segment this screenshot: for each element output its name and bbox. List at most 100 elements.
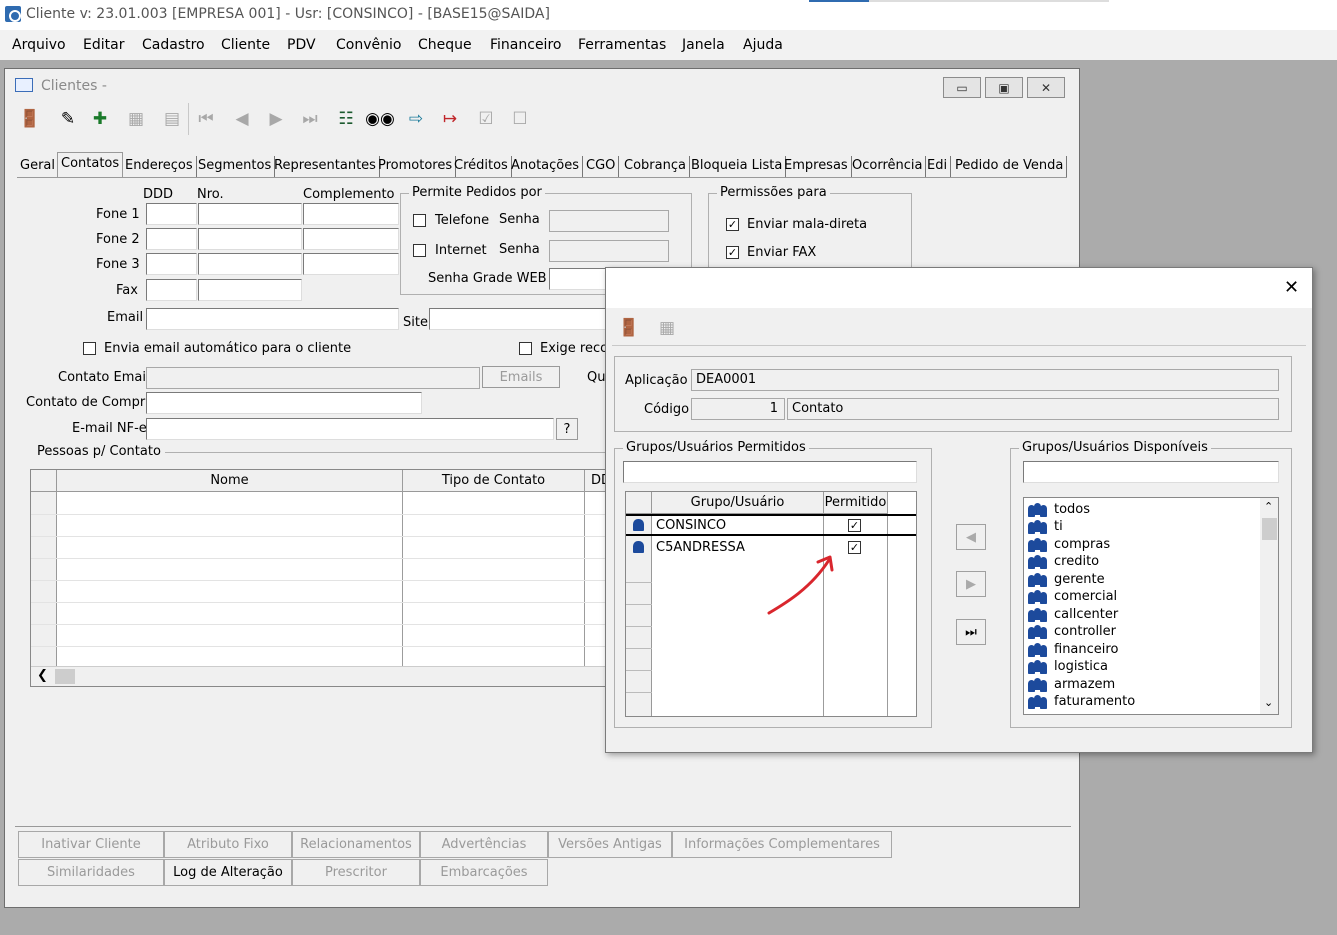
fone1-nro-input[interactable]: [198, 203, 302, 225]
tab-promotores[interactable]: Promotores: [375, 156, 457, 178]
menu-arquivo[interactable]: Arquivo: [12, 37, 66, 53]
tab-segmentos[interactable]: Segmentos: [195, 156, 276, 178]
list-item[interactable]: controller: [1028, 623, 1116, 640]
site-input[interactable]: [429, 308, 609, 330]
scroll-thumb[interactable]: [55, 669, 75, 684]
grid-horizontal-scrollbar[interactable]: ❮: [31, 666, 609, 686]
inativar-cliente-button[interactable]: Inativar Cliente: [18, 831, 164, 858]
menu-cliente[interactable]: Cliente: [221, 37, 270, 53]
list-item[interactable]: compras: [1028, 536, 1110, 553]
scroll-thumb[interactable]: [1262, 518, 1277, 540]
move-left-button[interactable]: ◀: [956, 524, 986, 550]
list-button[interactable]: ☷: [331, 103, 361, 135]
embarcacoes-button[interactable]: Embarcações: [420, 859, 548, 886]
senha-internet-input[interactable]: [549, 240, 669, 262]
move-right-button[interactable]: ▶: [956, 571, 986, 597]
tab-geral[interactable]: Geral: [17, 156, 59, 178]
list-item[interactable]: armazem: [1028, 676, 1115, 693]
scroll-up-icon[interactable]: ⌃: [1264, 500, 1273, 513]
list-item[interactable]: credito: [1028, 553, 1099, 570]
mala-direta-checkbox[interactable]: ✓: [726, 218, 739, 231]
grid-header-nome[interactable]: Nome: [57, 470, 403, 492]
menu-ajuda[interactable]: Ajuda: [743, 37, 783, 53]
col-permitido[interactable]: Permitido: [824, 492, 888, 514]
list-item[interactable]: financeiro: [1028, 641, 1118, 658]
dialog-close-icon[interactable]: ✕: [1284, 277, 1299, 298]
internet-checkbox[interactable]: [413, 244, 426, 257]
minimize-button[interactable]: ▭: [943, 77, 981, 98]
list-item[interactable]: comercial: [1028, 588, 1117, 605]
add-button[interactable]: ✚: [85, 103, 115, 135]
envia-email-checkbox[interactable]: [83, 342, 96, 355]
print-button[interactable]: ▤: [157, 103, 187, 135]
scroll-down-icon[interactable]: ⌄: [1264, 696, 1273, 709]
menu-cheque[interactable]: Cheque: [418, 37, 472, 53]
email-nfe-input[interactable]: [146, 418, 554, 440]
list-item[interactable]: callcenter: [1028, 606, 1118, 623]
list-item[interactable]: faturamento: [1028, 693, 1135, 710]
restore-button[interactable]: ▣: [985, 77, 1023, 98]
menu-financeiro[interactable]: Financeiro: [490, 37, 561, 53]
dialog-exit-button[interactable]: 🚪: [614, 312, 644, 344]
telefone-checkbox[interactable]: [413, 214, 426, 227]
permitido-checkbox[interactable]: ✓: [848, 519, 861, 532]
save-button[interactable]: ▦: [121, 103, 151, 135]
help-button[interactable]: ?: [556, 418, 578, 440]
tab-representantes[interactable]: Representantes: [271, 156, 380, 178]
permitidos-filter-input[interactable]: [623, 461, 917, 483]
fax-permission-checkbox[interactable]: ✓: [726, 246, 739, 259]
first-record-button[interactable]: ⏮: [191, 103, 221, 135]
fone3-ddd-input[interactable]: [146, 253, 197, 275]
list-item[interactable]: logistica: [1028, 658, 1108, 675]
list-item[interactable]: todos: [1028, 501, 1090, 518]
uncheck-list-button[interactable]: ☐: [505, 103, 535, 135]
fone3-complemento-input[interactable]: [303, 253, 399, 275]
menu-convenio[interactable]: Convênio: [336, 37, 401, 53]
tab-edi[interactable]: Edi: [924, 156, 952, 178]
search-button[interactable]: ◉◉: [365, 103, 395, 135]
grid-header-tipo-contato[interactable]: Tipo de Contato: [403, 470, 585, 492]
contato-email-input[interactable]: [146, 367, 480, 389]
tab-enderecos[interactable]: Endereços: [122, 156, 197, 178]
senha-telefone-input[interactable]: [549, 210, 669, 232]
last-record-button[interactable]: ⏭: [295, 103, 325, 135]
tab-contatos[interactable]: Contatos: [57, 152, 124, 178]
tab-cobranca[interactable]: Cobrança: [621, 156, 690, 178]
transfer-button[interactable]: ⇨: [401, 103, 431, 135]
col-grupo-usuario[interactable]: Grupo/Usuário: [652, 492, 824, 514]
export-button[interactable]: ↦: [435, 103, 465, 135]
tab-ocorrencia[interactable]: Ocorrência: [849, 156, 927, 178]
scroll-left-icon[interactable]: ❮: [37, 668, 48, 683]
email-input[interactable]: [146, 308, 399, 330]
check-list-button[interactable]: ☑: [471, 103, 501, 135]
log-alteracao-button[interactable]: Log de Alteração: [164, 859, 292, 886]
exit-button[interactable]: 🚪: [15, 103, 45, 135]
list-vertical-scrollbar[interactable]: ⌃ ⌄: [1260, 498, 1278, 714]
table-row[interactable]: CONSINCO ✓: [626, 514, 916, 536]
permitido-checkbox[interactable]: ✓: [848, 541, 861, 554]
atributo-fixo-button[interactable]: Atributo Fixo: [164, 831, 292, 858]
menu-cadastro[interactable]: Cadastro: [142, 37, 205, 53]
tab-empresas[interactable]: Empresas: [781, 156, 852, 178]
next-record-button[interactable]: ▶: [261, 103, 291, 135]
fone2-complemento-input[interactable]: [303, 228, 399, 250]
list-item[interactable]: ti: [1028, 518, 1063, 535]
prev-record-button[interactable]: ◀: [227, 103, 257, 135]
contato-compra-input[interactable]: [146, 392, 422, 414]
contacts-grid[interactable]: Nome Tipo de Contato DD ❮: [30, 469, 610, 687]
menu-janela[interactable]: Janela: [682, 37, 725, 53]
tab-creditos[interactable]: Créditos: [451, 156, 512, 178]
tab-cgo[interactable]: CGO: [583, 156, 620, 178]
menu-pdv[interactable]: PDV: [287, 37, 316, 53]
fone3-nro-input[interactable]: [198, 253, 302, 275]
prescritor-button[interactable]: Prescritor: [292, 859, 420, 886]
informacoes-complementares-button[interactable]: Informações Complementares: [672, 831, 892, 858]
exige-checkbox[interactable]: [519, 342, 532, 355]
relacionamentos-button[interactable]: Relacionamentos: [292, 831, 420, 858]
move-all-right-button[interactable]: ⏭: [956, 619, 986, 645]
fax-nro-input[interactable]: [198, 279, 302, 301]
fone2-nro-input[interactable]: [198, 228, 302, 250]
menu-editar[interactable]: Editar: [83, 37, 124, 53]
advertencias-button[interactable]: Advertências: [420, 831, 548, 858]
versoes-antigas-button[interactable]: Versões Antigas: [548, 831, 672, 858]
